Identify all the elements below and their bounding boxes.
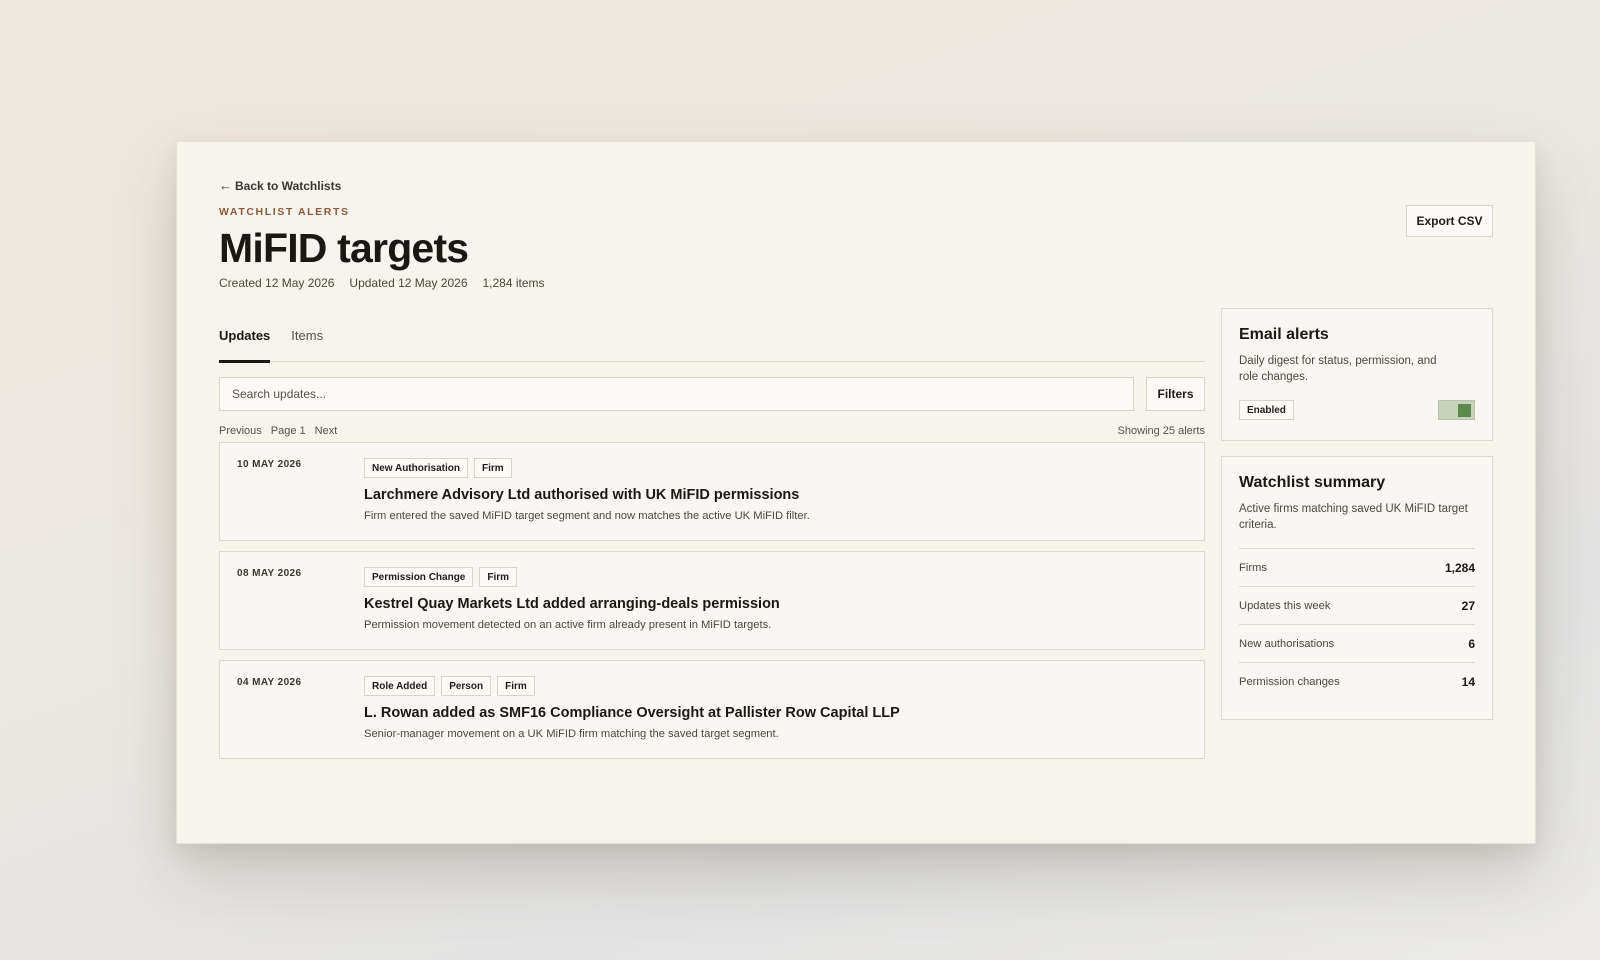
stat-label: Firms <box>1239 561 1267 574</box>
stat-row: Permission changes 14 <box>1239 662 1475 700</box>
current-page-label: Page 1 <box>270 424 306 437</box>
back-link-label: Back to Watchlists <box>235 178 342 193</box>
pagination: Previous Page 1 Next <box>219 425 337 437</box>
stat-value: 1,284 <box>1444 560 1475 575</box>
export-csv-button[interactable]: Export CSV <box>1406 205 1493 237</box>
tab-items[interactable]: Items <box>291 327 323 362</box>
watchlist-window: ← Back to Watchlists WATCHLIST ALERTS Mi… <box>176 141 1536 844</box>
tab-bar: Updates Items <box>219 327 1205 363</box>
alert-item[interactable]: 04 MAY 2026 Role Added Person Firm L. Ro… <box>219 660 1205 759</box>
summary-description: Active firms matching saved UK MiFID tar… <box>1239 503 1468 531</box>
stat-label: Updates this week <box>1239 599 1331 612</box>
alert-title[interactable]: Kestrel Quay Markets Ltd added arranging… <box>364 596 1188 612</box>
search-input[interactable] <box>219 377 1135 411</box>
tag-badge: Firm <box>479 567 518 587</box>
filters-button[interactable]: Filters <box>1146 377 1205 411</box>
email-alerts-card: Email alerts Daily digest for status, pe… <box>1221 308 1493 441</box>
email-alerts-toggle[interactable] <box>1438 400 1475 420</box>
back-to-watchlists-link[interactable]: ← Back to Watchlists <box>219 178 341 193</box>
updated-date: Updated 12 May 2026 <box>349 276 468 290</box>
stat-row: New authorisations 6 <box>1239 624 1475 662</box>
alert-tags: Permission Change Firm <box>364 567 1188 587</box>
stat-label: New authorisations <box>1239 637 1335 650</box>
email-alerts-description: Daily digest for status, permission, and… <box>1239 355 1437 383</box>
alert-tags: New Authorisation Firm <box>364 458 1188 478</box>
page-meta: Created 12 May 2026 Updated 12 May 2026 … <box>219 276 545 290</box>
summary-stats: Firms 1,284 Updates this week 27 New aut… <box>1239 548 1475 700</box>
alert-title[interactable]: Larchmere Advisory Ltd authorised with U… <box>364 487 1188 503</box>
tag-badge: Role Added <box>364 676 436 696</box>
created-date: Created 12 May 2026 <box>219 276 335 290</box>
page-title: MiFID targets <box>219 225 469 271</box>
alert-description: Senior-manager movement on a UK MiFID fi… <box>364 728 779 740</box>
toggle-knob <box>1458 404 1471 417</box>
alert-tags: Role Added Person Firm <box>364 676 1188 696</box>
previous-page-link[interactable]: Previous <box>219 425 262 437</box>
tag-badge: Firm <box>473 458 512 478</box>
tag-badge: New Authorisation <box>364 458 468 478</box>
alert-body: Role Added Person Firm L. Rowan added as… <box>364 676 1188 740</box>
showing-count: Showing 25 alerts <box>1117 424 1205 437</box>
next-page-link[interactable]: Next <box>315 425 338 437</box>
tag-badge: Permission Change <box>364 567 474 587</box>
item-count: 1,284 items <box>482 276 545 290</box>
email-alerts-title: Email alerts <box>1239 326 1329 343</box>
tag-badge: Person <box>441 676 492 696</box>
stat-row: Updates this week 27 <box>1239 586 1475 624</box>
alert-description: Firm entered the saved MiFID target segm… <box>364 510 810 522</box>
sidebar: Email alerts Daily digest for status, pe… <box>1221 308 1493 720</box>
updates-panel: Updates Items Filters Previous Page 1 Ne… <box>219 327 1205 759</box>
search-row: Filters <box>219 377 1205 411</box>
tab-updates[interactable]: Updates <box>219 327 271 363</box>
stat-row: Firms 1,284 <box>1239 548 1475 586</box>
alert-description: Permission movement detected on an activ… <box>364 619 772 631</box>
tag-badge: Firm <box>497 676 535 696</box>
pagination-row: Previous Page 1 Next Showing 25 alerts <box>219 424 1205 437</box>
status-badge: Enabled <box>1239 400 1294 420</box>
summary-title: Watchlist summary <box>1239 474 1386 491</box>
alert-list: 10 MAY 2026 New Authorisation Firm Larch… <box>219 442 1205 759</box>
watchlist-summary-card: Watchlist summary Active firms matching … <box>1221 456 1493 720</box>
stat-value: 6 <box>1468 636 1475 651</box>
stat-value: 27 <box>1461 598 1475 613</box>
alert-date: 10 MAY 2026 <box>237 459 302 470</box>
alert-date: 08 MAY 2026 <box>237 568 302 579</box>
stat-value: 14 <box>1461 674 1475 689</box>
alert-body: Permission Change Firm Kestrel Quay Mark… <box>364 567 1188 631</box>
email-alerts-footer: Enabled <box>1239 400 1475 420</box>
alert-item[interactable]: 10 MAY 2026 New Authorisation Firm Larch… <box>219 442 1205 541</box>
arrow-left-icon: ← <box>219 178 232 193</box>
alert-item[interactable]: 08 MAY 2026 Permission Change Firm Kestr… <box>219 551 1205 650</box>
alert-date: 04 MAY 2026 <box>237 677 302 688</box>
alert-title[interactable]: L. Rowan added as SMF16 Compliance Overs… <box>364 705 1188 721</box>
stat-label: Permission changes <box>1239 675 1340 688</box>
alert-body: New Authorisation Firm Larchmere Advisor… <box>364 458 1188 522</box>
page-eyebrow: WATCHLIST ALERTS <box>219 206 350 218</box>
